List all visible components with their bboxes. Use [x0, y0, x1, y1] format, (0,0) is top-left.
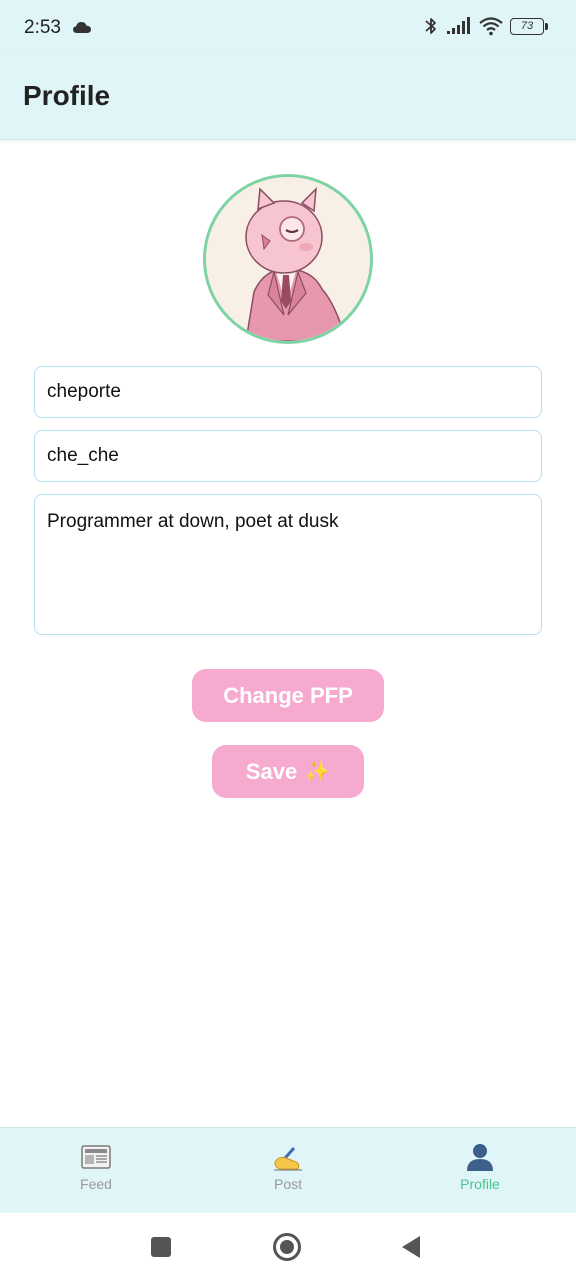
change-pfp-label: Change PFP — [223, 682, 353, 708]
signal-icon — [447, 17, 470, 34]
save-label: Save — [245, 758, 298, 784]
home-button-icon[interactable] — [272, 1232, 302, 1262]
change-pfp-button[interactable]: Change PFP — [192, 669, 384, 722]
status-time: 2:53 — [24, 17, 61, 38]
handle-value: che_che — [47, 445, 119, 466]
person-icon — [464, 1142, 496, 1172]
username-value: cheporte — [47, 381, 121, 402]
status-bar: 2:53 73 — [0, 0, 576, 56]
nav-item-profile[interactable]: Profile — [384, 1128, 576, 1213]
nav-label-profile: Profile — [460, 1176, 500, 1192]
recents-button-icon[interactable] — [150, 1236, 172, 1258]
bio-field[interactable]: Programmer at down, poet at dusk — [34, 494, 542, 635]
nav-item-feed[interactable]: Feed — [0, 1128, 192, 1213]
writing-hand-icon — [272, 1142, 304, 1172]
nav-label-feed: Feed — [80, 1176, 112, 1192]
username-field[interactable]: cheporte — [34, 366, 542, 418]
battery-icon: 73 — [510, 17, 548, 35]
nav-label-post: Post — [273, 1176, 302, 1192]
newspaper-icon — [80, 1142, 112, 1172]
handle-field[interactable]: che_che — [34, 430, 542, 482]
status-icons: 73 — [422, 16, 548, 36]
battery-level: 73 — [520, 20, 534, 32]
cloud-icon — [73, 22, 91, 33]
page-title: Profile — [23, 80, 111, 111]
bottom-nav: Feed Post Profile — [0, 1127, 576, 1213]
save-button[interactable]: Save ✨ — [212, 745, 364, 798]
back-button-icon[interactable] — [400, 1235, 422, 1259]
wifi-icon — [479, 17, 503, 36]
owl-avatar-image — [206, 177, 370, 341]
bluetooth-icon — [425, 18, 436, 34]
bio-value: Programmer at down, poet at dusk — [47, 511, 339, 532]
nav-item-post[interactable]: Post — [192, 1128, 384, 1213]
sparkles-icon: ✨ — [305, 761, 331, 783]
system-nav-bar — [0, 1213, 576, 1280]
app-bar: Profile — [0, 56, 576, 140]
avatar[interactable] — [203, 174, 373, 344]
